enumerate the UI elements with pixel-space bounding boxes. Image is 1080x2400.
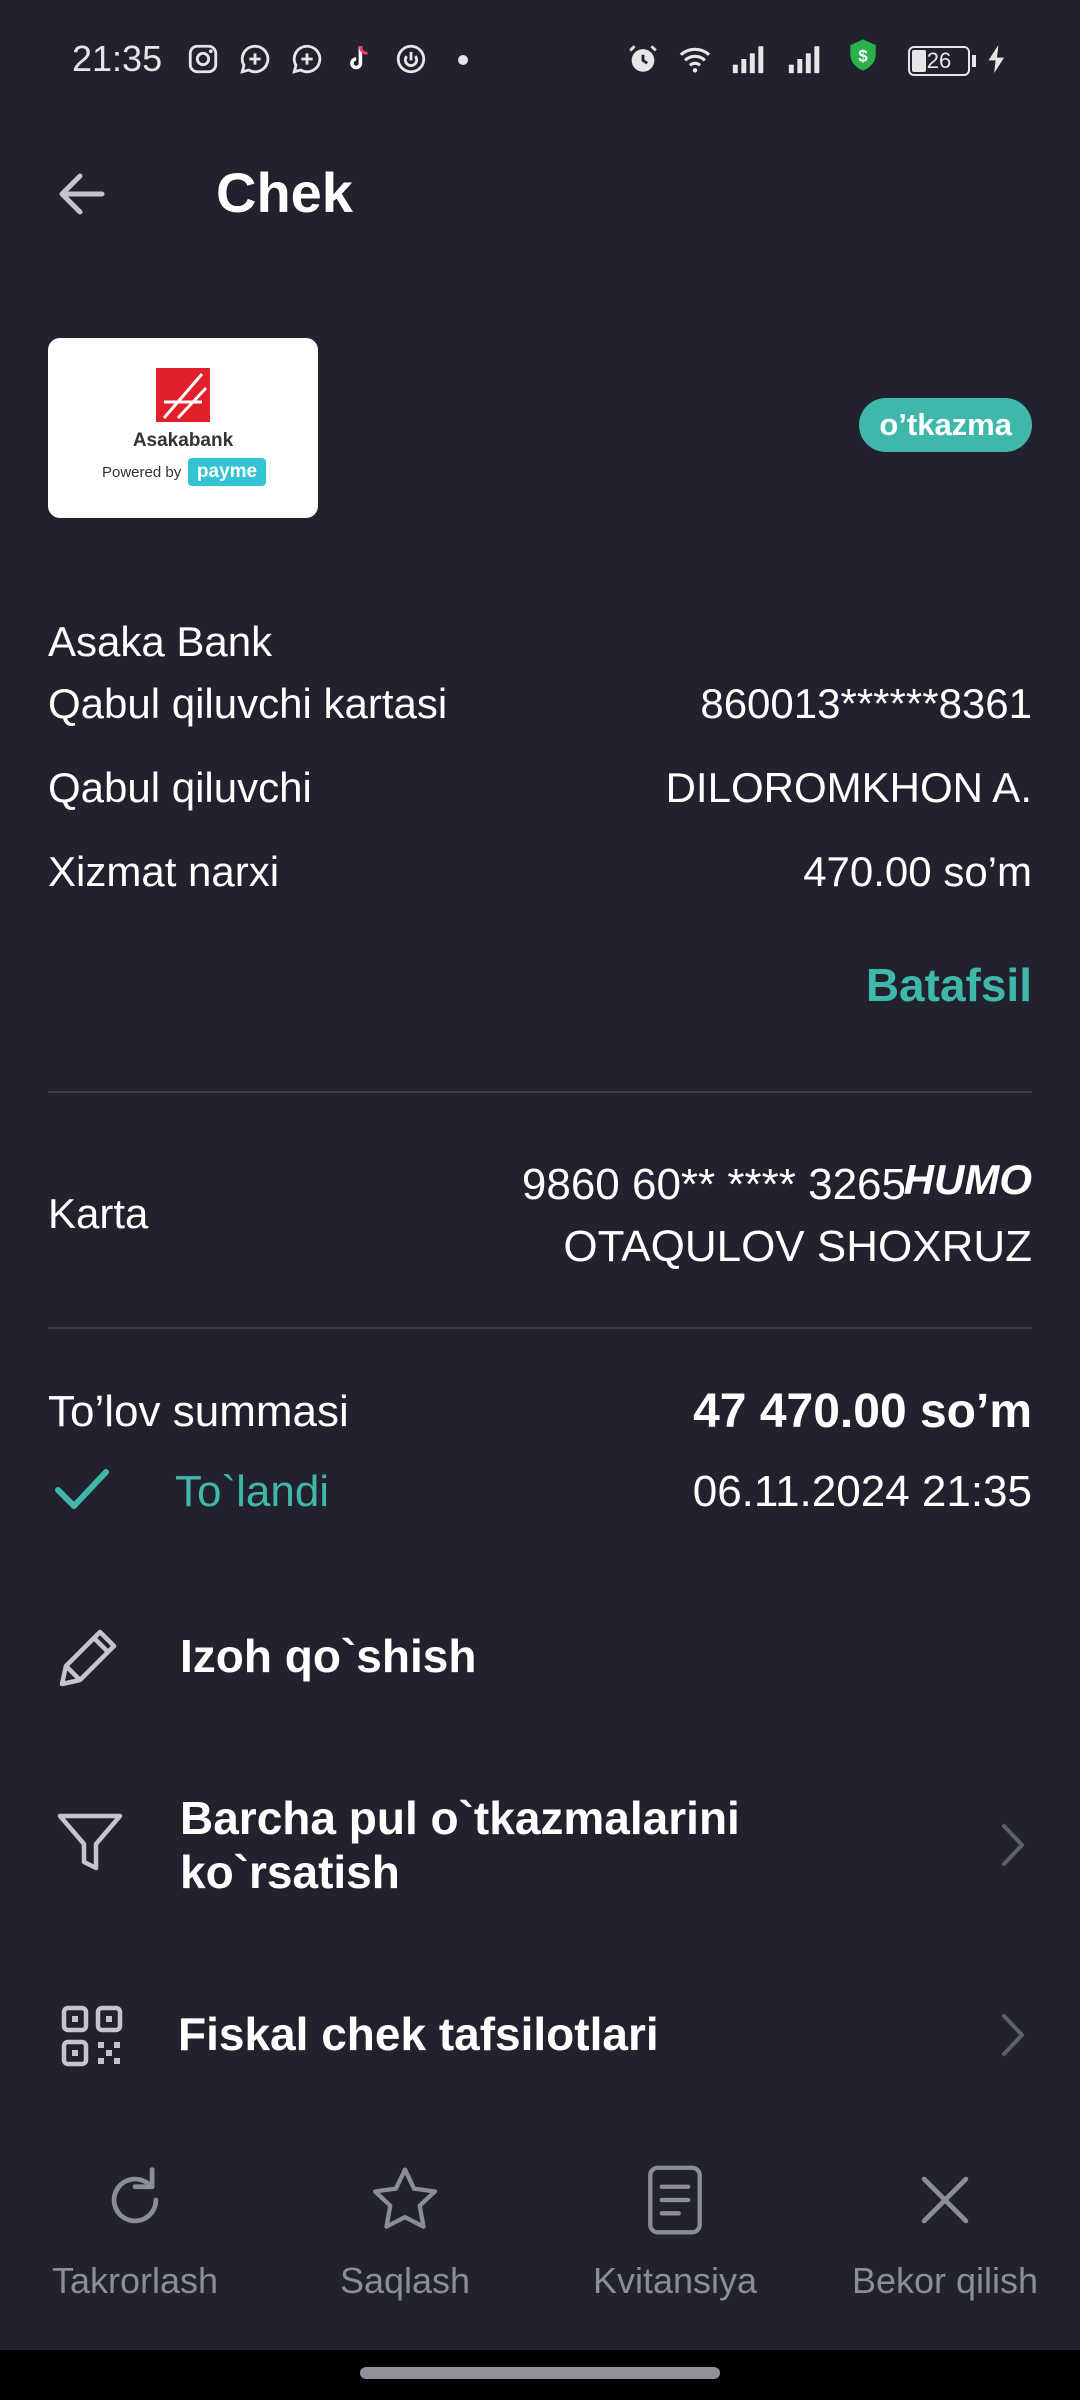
payment-datetime: 06.11.2024 21:35: [692, 1467, 1032, 1516]
transfer-type-badge: o’tkazma: [859, 398, 1032, 452]
details-more-link[interactable]: Batafsil: [866, 958, 1032, 1012]
recipient-card-label: Qabul qiluvchi kartasi: [48, 680, 448, 727]
receipt-button[interactable]: Kvitansiya: [540, 2160, 810, 2302]
payer-card-holder: OTAQULOV SHOXRUZ: [563, 1222, 1032, 1271]
battery-icon: 26: [908, 46, 970, 76]
page-title: Chek: [216, 161, 353, 224]
check-icon: [52, 1464, 112, 1516]
star-icon: [270, 2160, 540, 2240]
signal-icon: [730, 42, 764, 76]
save-label: Saqlash: [339, 2260, 471, 2301]
shield-dollar-icon: $: [846, 38, 886, 80]
logo-powered-by: Powered by: [102, 464, 182, 481]
battery-level: 26: [926, 48, 952, 73]
signal-icon: [786, 42, 820, 76]
chevron-right-icon: [992, 1820, 1032, 1870]
status-time: 21:35: [72, 38, 163, 79]
back-button[interactable]: [52, 164, 112, 224]
arrow-left-icon: [59, 173, 105, 215]
fee-label: Xizmat narxi: [48, 848, 280, 895]
repeat-label: Takrorlash: [51, 2260, 219, 2301]
all-transfers-label-line2: ko`rsatish: [180, 1846, 400, 1898]
save-button[interactable]: Saqlash: [270, 2160, 540, 2302]
logo-bank-name: Asakabank: [132, 430, 234, 451]
payer-card-label: Karta: [48, 1190, 149, 1237]
repeat-button[interactable]: Takrorlash: [0, 2160, 270, 2302]
fee-value: 470.00 so’m: [803, 848, 1032, 895]
merchant-logo: Asakabank Powered by payme: [48, 338, 318, 518]
logo-payme-brand: payme: [188, 458, 266, 486]
tiktok-icon: [342, 42, 376, 76]
all-transfers-button[interactable]: Barcha pul o`tkazmalarini ko`rsatish: [0, 1770, 1080, 1920]
power-icon: [394, 42, 428, 76]
cancel-button[interactable]: Bekor qilish: [810, 2160, 1080, 2302]
alarm-icon: [626, 42, 660, 76]
payer-card-number: 9860 60** **** 3265: [521, 1160, 906, 1209]
asakabank-logo-icon: [156, 368, 210, 422]
charging-icon: [980, 42, 1014, 76]
humo-logo: HUMO: [903, 1156, 1032, 1203]
home-indicator[interactable]: [360, 2367, 720, 2379]
divider: [48, 1327, 1032, 1329]
wifi-icon: [678, 42, 712, 76]
qr-code-icon: [60, 2004, 124, 2068]
recipient-label: Qabul qiluvchi: [48, 764, 312, 811]
all-transfers-label-line1: Barcha pul o`tkazmalarini: [180, 1792, 740, 1844]
fiscal-receipt-button[interactable]: Fiskal chek tafsilotlari: [0, 1980, 1080, 2090]
divider: [48, 1091, 1032, 1093]
add-comment-label: Izoh qo`shish: [180, 1630, 477, 1682]
filter-icon: [54, 1806, 126, 1878]
repeat-icon: [0, 2160, 270, 2240]
svg-text:$: $: [858, 46, 868, 65]
chat-icon: [238, 42, 272, 76]
payment-amount-label: To’lov summasi: [48, 1387, 349, 1436]
merchant-name: Asaka Bank: [48, 618, 273, 665]
cancel-label: Bekor qilish: [851, 2260, 1039, 2301]
instagram-icon: [186, 42, 220, 76]
chat-icon: [290, 42, 324, 76]
fiscal-receipt-label: Fiskal chek tafsilotlari: [178, 2008, 659, 2060]
recipient-value: DILOROMKHON A.: [665, 764, 1032, 811]
receipt-icon: [540, 2160, 810, 2240]
receipt-label: Kvitansiya: [592, 2260, 758, 2301]
payment-amount: 47 470.00 so’m: [693, 1385, 1032, 1438]
recipient-card-value: 860013******8361: [700, 680, 1032, 727]
payment-status: To`landi: [175, 1467, 330, 1516]
chevron-right-icon: [992, 2010, 1032, 2060]
add-comment-button[interactable]: Izoh qo`shish: [0, 1600, 1080, 1710]
pencil-icon: [52, 1618, 128, 1694]
dot-icon: [458, 55, 468, 65]
close-icon: [810, 2160, 1080, 2240]
